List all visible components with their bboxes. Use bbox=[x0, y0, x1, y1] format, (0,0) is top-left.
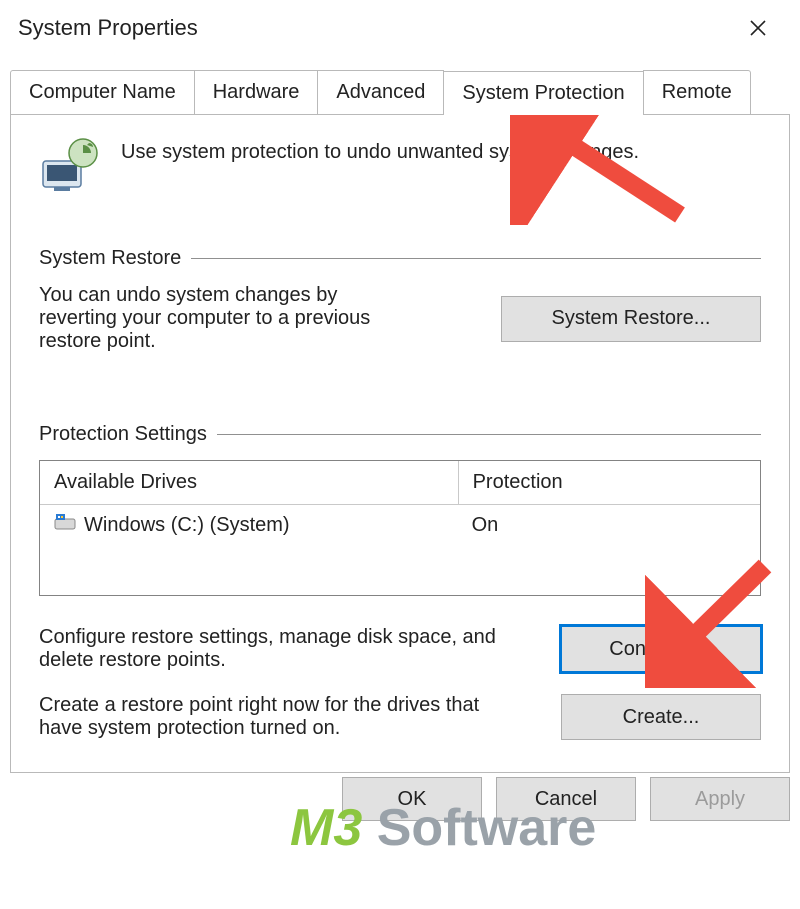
col-available-drives[interactable]: Available Drives bbox=[40, 461, 458, 505]
group-header-system-restore: System Restore bbox=[39, 247, 761, 270]
tab-remote[interactable]: Remote bbox=[643, 70, 751, 114]
titlebar: System Properties bbox=[0, 0, 800, 52]
tab-panel-system-protection: Use system protection to undo unwanted s… bbox=[10, 115, 790, 773]
tab-strip: Computer Name Hardware Advanced System P… bbox=[10, 70, 790, 115]
dialog-button-bar: OK Cancel Apply bbox=[10, 777, 790, 821]
tab-computer-name[interactable]: Computer Name bbox=[10, 70, 195, 114]
drive-protection-status: On bbox=[458, 505, 760, 545]
create-button[interactable]: Create... bbox=[561, 694, 761, 740]
cancel-button[interactable]: Cancel bbox=[496, 777, 636, 821]
intro-text: Use system protection to undo unwanted s… bbox=[121, 137, 639, 164]
group-title: System Restore bbox=[39, 247, 181, 270]
close-button[interactable] bbox=[730, 10, 786, 46]
table-row[interactable]: Windows (C:) (System) On bbox=[40, 505, 760, 545]
window-title: System Properties bbox=[18, 15, 198, 41]
intro-row: Use system protection to undo unwanted s… bbox=[39, 137, 761, 203]
drive-table: Available Drives Protection Windows (C:)… bbox=[39, 460, 761, 596]
tab-hardware[interactable]: Hardware bbox=[194, 70, 319, 114]
create-desc: Create a restore point right now for the… bbox=[39, 694, 499, 740]
system-restore-row: You can undo system changes by reverting… bbox=[39, 284, 761, 353]
drive-name: Windows (C:) (System) bbox=[84, 514, 290, 537]
table-spacer bbox=[40, 545, 760, 595]
configure-desc: Configure restore settings, manage disk … bbox=[39, 626, 499, 672]
col-protection[interactable]: Protection bbox=[458, 461, 760, 505]
shield-monitor-icon bbox=[39, 137, 101, 203]
divider bbox=[191, 258, 761, 259]
drive-icon bbox=[54, 513, 76, 537]
ok-button[interactable]: OK bbox=[342, 777, 482, 821]
system-restore-button[interactable]: System Restore... bbox=[501, 296, 761, 342]
configure-button[interactable]: Configure... bbox=[561, 626, 761, 672]
system-restore-desc: You can undo system changes by reverting… bbox=[39, 284, 419, 353]
tab-system-protection[interactable]: System Protection bbox=[443, 71, 643, 115]
create-row: Create a restore point right now for the… bbox=[39, 694, 761, 740]
table-header: Available Drives Protection bbox=[40, 461, 760, 505]
apply-button[interactable]: Apply bbox=[650, 777, 790, 821]
close-icon bbox=[749, 15, 767, 41]
group-title: Protection Settings bbox=[39, 423, 207, 446]
divider bbox=[217, 434, 761, 435]
group-header-protection-settings: Protection Settings bbox=[39, 423, 761, 446]
tab-advanced[interactable]: Advanced bbox=[317, 70, 444, 114]
configure-row: Configure restore settings, manage disk … bbox=[39, 626, 761, 672]
